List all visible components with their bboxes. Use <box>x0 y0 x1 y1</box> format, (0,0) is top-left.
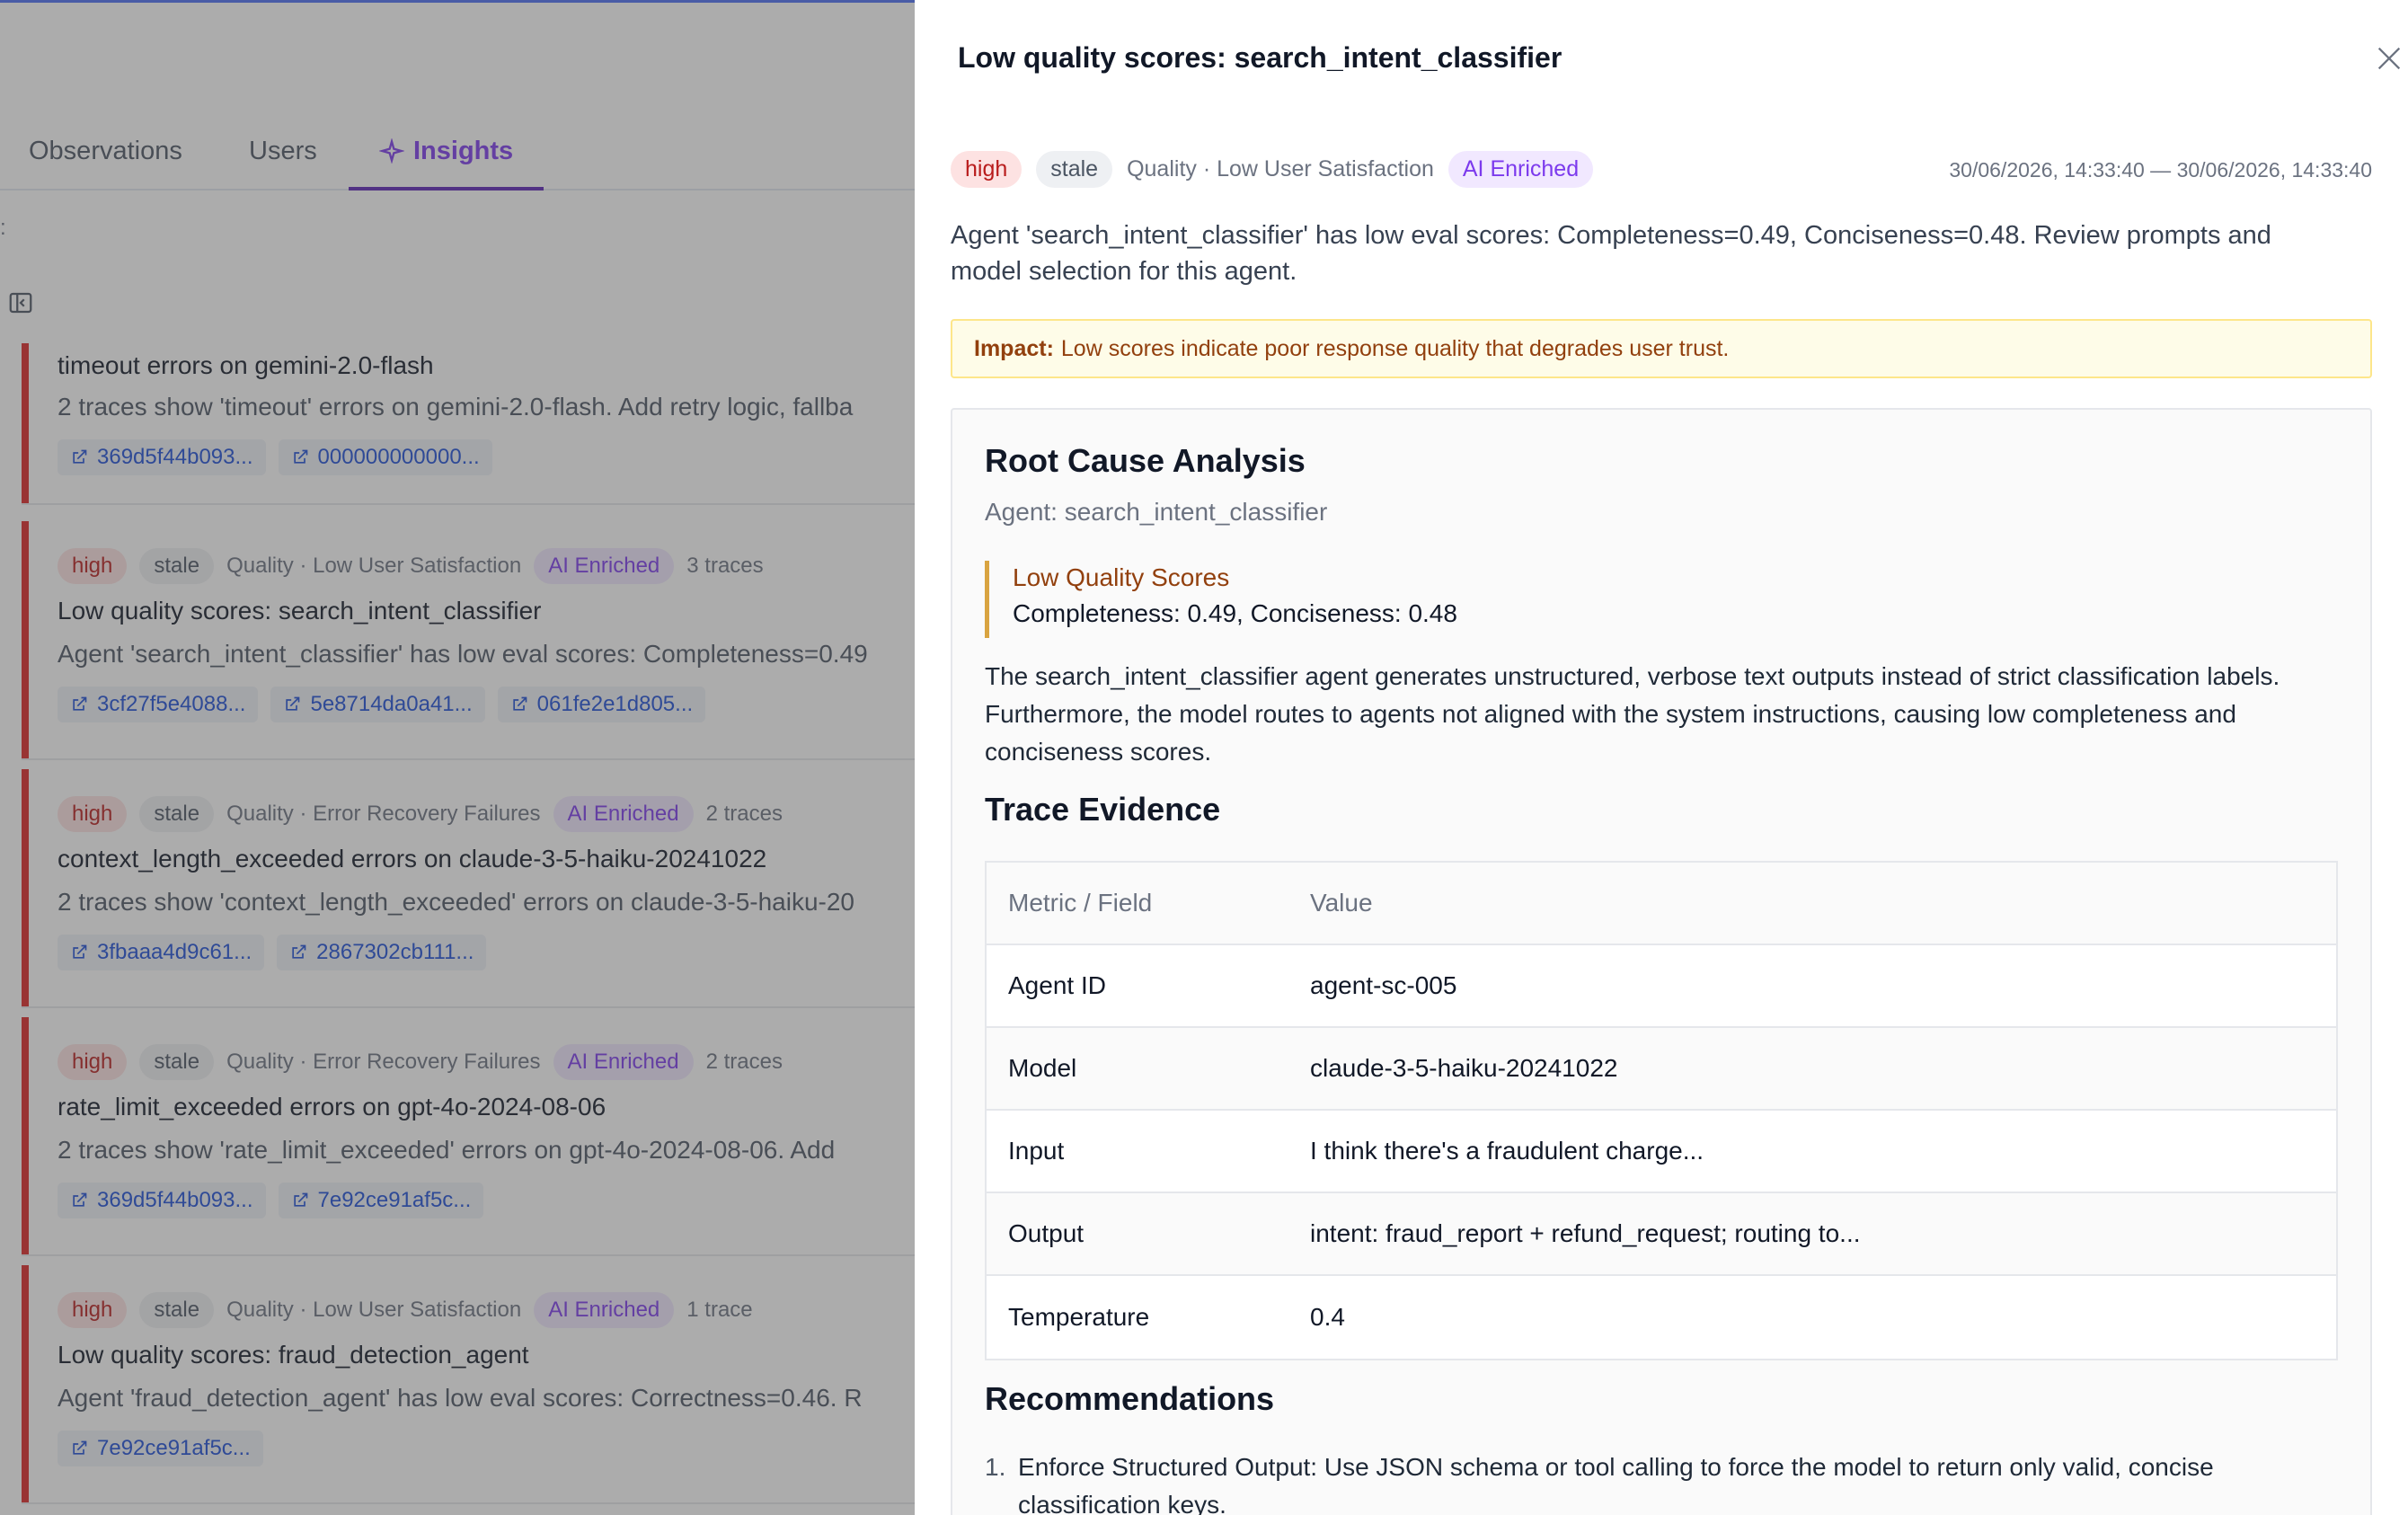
table-row: Input I think there's a fraudulent charg… <box>987 1111 2336 1193</box>
impact-text: Low scores indicate poor response qualit… <box>1060 335 1730 361</box>
quality-callout: Low Quality Scores Completeness: 0.49, C… <box>985 561 1457 638</box>
field-name: Model <box>1008 1054 1077 1082</box>
rca-agent-line: Agent: search_intent_classifier <box>985 498 1328 526</box>
trace-evidence-heading: Trace Evidence <box>985 791 1221 828</box>
field-name: Output <box>1008 1219 1084 1247</box>
table-row: Model claude-3-5-haiku-20241022 <box>987 1028 2336 1111</box>
recommendation-text: Enforce Structured Output: Use JSON sche… <box>1018 1453 2214 1515</box>
status-badge: stale <box>1036 151 1113 188</box>
time-range: 30/06/2026, 14:33:40 — 30/06/2026, 14:33… <box>1949 158 2372 182</box>
ai-enriched-badge: AI Enriched <box>1447 151 1594 188</box>
field-name: Temperature <box>1008 1303 1150 1331</box>
callout-title: Low Quality Scores <box>1013 563 1230 591</box>
callout-body: Completeness: 0.49, Conciseness: 0.48 <box>1013 599 1457 627</box>
drawer-meta-row: high stale Quality · Low User Satisfacti… <box>951 151 1594 188</box>
recommendations-heading: Recommendations <box>985 1380 1275 1417</box>
column-header: Value <box>1310 889 1373 917</box>
impact-label: Impact: <box>974 335 1054 361</box>
field-value: agent-sc-005 <box>1310 971 1457 999</box>
table-header-row: Metric / Field Value <box>987 863 2336 945</box>
root-cause-panel: Root Cause Analysis Agent: search_intent… <box>951 408 2372 1515</box>
rca-paragraph: The search_intent_classifier agent gener… <box>985 662 2280 766</box>
field-value: intent: fraud_report + refund_request; r… <box>1310 1219 1861 1247</box>
category-label: Quality · Low User Satisfaction <box>1127 156 1434 182</box>
rca-heading: Root Cause Analysis <box>985 442 1306 479</box>
recommendations-list: 1. Enforce Structured Output: Use JSON s… <box>985 1449 2324 1515</box>
table-row: Temperature 0.4 <box>987 1276 2336 1359</box>
drawer-title: Low quality scores: search_intent_classi… <box>958 41 1563 74</box>
table-row: Agent ID agent-sc-005 <box>987 945 2336 1028</box>
trace-evidence-table: Metric / Field Value Agent ID agent-sc-0… <box>985 861 2338 1360</box>
table-row: Output intent: fraud_report + refund_req… <box>987 1193 2336 1276</box>
field-value: 0.4 <box>1310 1303 1345 1331</box>
field-value: claude-3-5-haiku-20241022 <box>1310 1054 1618 1082</box>
list-number: 1. <box>985 1453 1006 1481</box>
impact-banner: Impact: Low scores indicate poor respons… <box>951 319 2372 378</box>
column-header: Metric / Field <box>1008 889 1153 917</box>
insight-detail-drawer: Low quality scores: search_intent_classi… <box>915 0 2408 1515</box>
modal-backdrop[interactable] <box>0 0 915 1515</box>
list-item: 1. Enforce Structured Output: Use JSON s… <box>985 1449 2324 1515</box>
field-name: Agent ID <box>1008 971 1106 999</box>
close-icon[interactable] <box>2374 43 2404 74</box>
field-value: I think there's a fraudulent charge... <box>1310 1137 1704 1165</box>
severity-badge: high <box>951 151 1023 188</box>
field-name: Input <box>1008 1137 1065 1165</box>
insight-description: Agent 'search_intent_classifier' has low… <box>951 221 2271 286</box>
